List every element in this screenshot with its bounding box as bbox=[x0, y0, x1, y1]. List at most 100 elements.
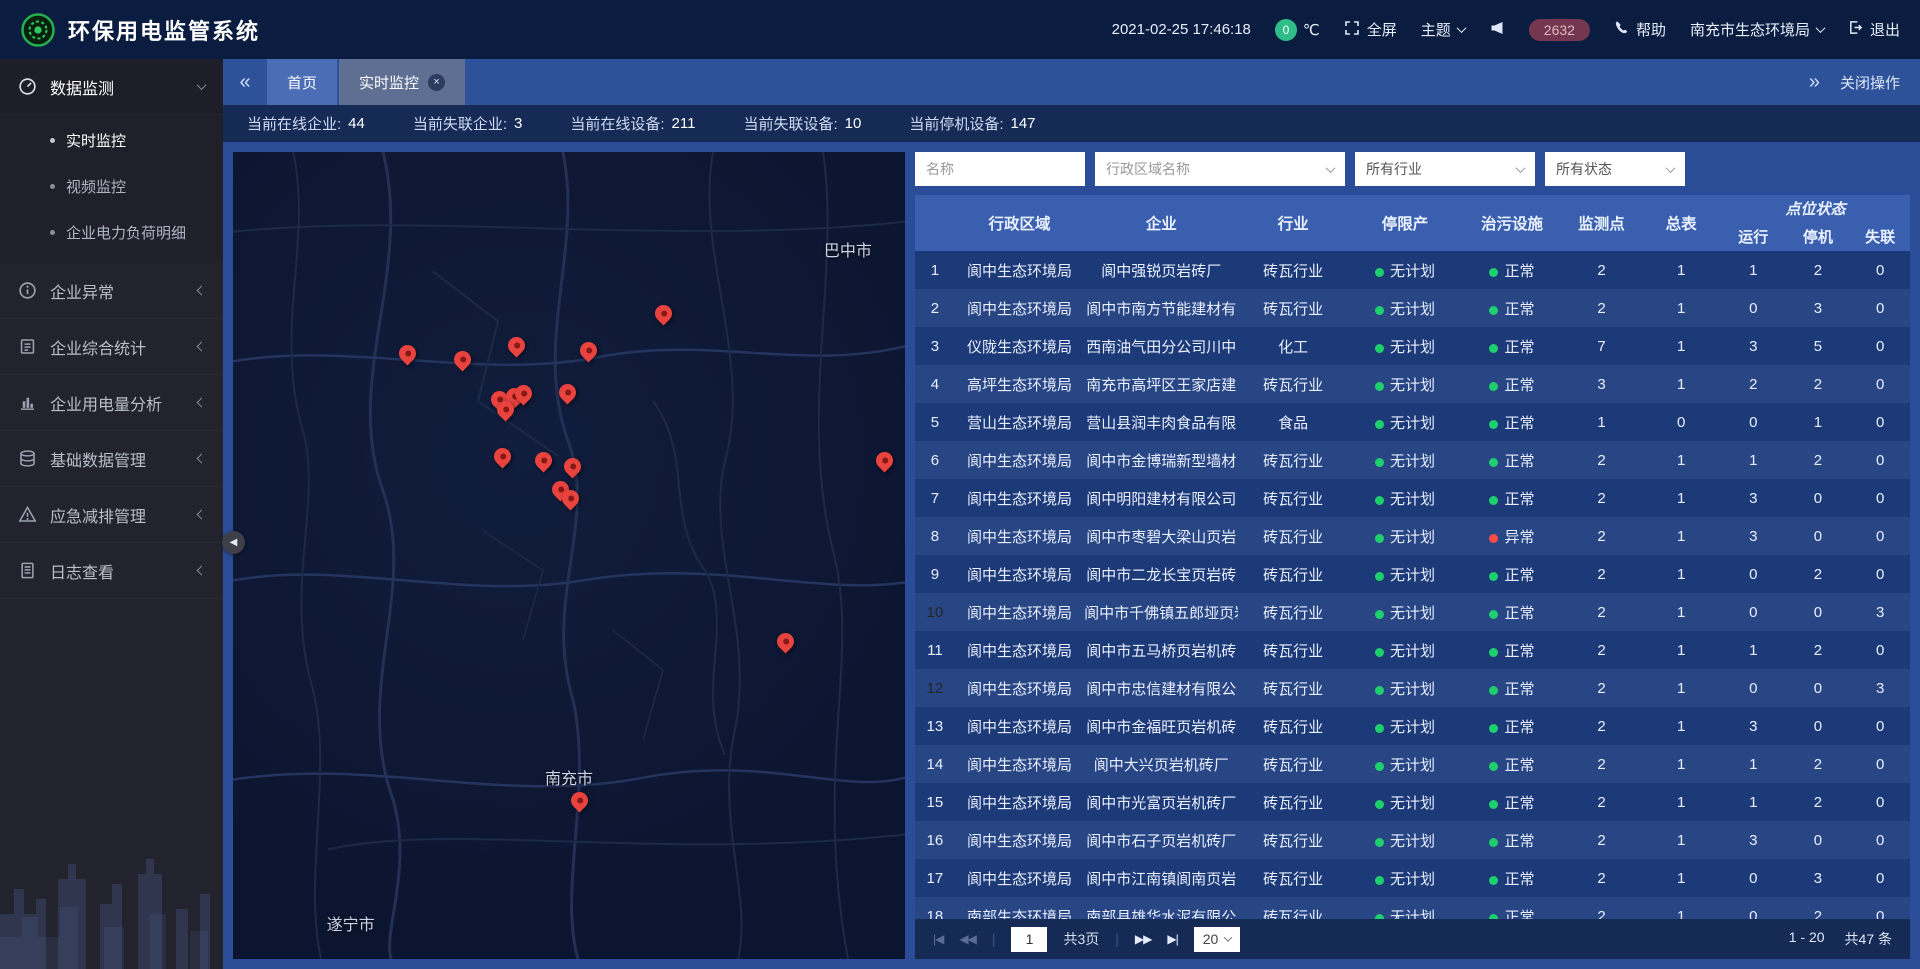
cell-pollution-facility: 异常 bbox=[1462, 517, 1562, 555]
tab-item[interactable]: 首页 bbox=[267, 59, 337, 105]
sidebar-section[interactable]: 应急减排管理 bbox=[0, 487, 223, 543]
sidebar-section[interactable]: 基础数据管理 bbox=[0, 431, 223, 487]
close-operations-button[interactable]: 关闭操作 bbox=[1840, 72, 1900, 93]
cell-company: 阆中强锐页岩砖厂 bbox=[1084, 251, 1238, 289]
header-region[interactable]: 行政区域 bbox=[955, 195, 1084, 251]
header-stopped[interactable]: 停机 bbox=[1786, 221, 1851, 251]
sidebar-subitem[interactable]: 实时监控 bbox=[0, 117, 223, 163]
table-row[interactable]: 14阆中生态环境局阆中大兴页岩机砖厂砖瓦行业无计划正常21120 bbox=[915, 745, 1910, 783]
table-row[interactable]: 3仪陇生态环境局西南油气田分公司川中化工无计划正常71350 bbox=[915, 327, 1910, 365]
table-row[interactable]: 10阆中生态环境局阆中市千佛镇五郎垭页岩砖瓦行业无计划正常21003 bbox=[915, 593, 1910, 631]
theme-label: 主题 bbox=[1421, 19, 1451, 40]
table-row[interactable]: 11阆中生态环境局阆中市五马桥页岩机砖砖瓦行业无计划正常21120 bbox=[915, 631, 1910, 669]
table-row[interactable]: 6阆中生态环境局阆中市金博瑞新型墙材砖瓦行业无计划正常21120 bbox=[915, 441, 1910, 479]
map-pin[interactable] bbox=[580, 339, 598, 363]
cell-industry: 砖瓦行业 bbox=[1238, 479, 1347, 517]
map-pin[interactable] bbox=[777, 630, 795, 654]
help-button[interactable]: 帮助 bbox=[1614, 19, 1666, 40]
map-pin[interactable] bbox=[559, 381, 577, 405]
header-company[interactable]: 企业 bbox=[1084, 195, 1238, 251]
table-row[interactable]: 8阆中生态环境局阆中市枣碧大梁山页岩砖瓦行业无计划异常21300 bbox=[915, 517, 1910, 555]
table-row[interactable]: 16阆中生态环境局阆中市石子页岩机砖厂砖瓦行业无计划正常21300 bbox=[915, 821, 1910, 859]
cell-industry: 砖瓦行业 bbox=[1238, 631, 1347, 669]
map-pin[interactable] bbox=[535, 449, 553, 473]
table-row[interactable]: 2阆中生态环境局阆中市南方节能建材有砖瓦行业无计划正常21030 bbox=[915, 289, 1910, 327]
header-points[interactable]: 监测点 bbox=[1562, 195, 1642, 251]
row-number: 7 bbox=[915, 479, 955, 517]
header-lost[interactable]: 失联 bbox=[1850, 221, 1910, 251]
map-pin[interactable] bbox=[564, 455, 582, 479]
header-facility[interactable]: 治污设施 bbox=[1462, 195, 1562, 251]
cell-industry: 砖瓦行业 bbox=[1238, 555, 1347, 593]
page-number-input[interactable] bbox=[1011, 927, 1047, 952]
tab-item[interactable]: 实时监控× bbox=[339, 59, 465, 105]
map-pin[interactable] bbox=[497, 398, 515, 422]
table-row[interactable]: 15阆中生态环境局阆中市光富页岩机砖厂砖瓦行业无计划正常21120 bbox=[915, 783, 1910, 821]
header-meters[interactable]: 总表 bbox=[1641, 195, 1721, 251]
sidebar-section[interactable]: 日志查看 bbox=[0, 543, 223, 599]
sidebar-section[interactable]: 企业异常 bbox=[0, 263, 223, 319]
map-pin[interactable] bbox=[494, 445, 512, 469]
table-row[interactable]: 5营山生态环境局营山县润丰肉食品有限食品无计划正常10010 bbox=[915, 403, 1910, 441]
table-row[interactable]: 17阆中生态环境局阆中市江南镇阆南页岩砖瓦行业无计划正常21030 bbox=[915, 859, 1910, 897]
map-pin[interactable] bbox=[508, 334, 526, 358]
next-page-button[interactable]: ▶▶ bbox=[1135, 932, 1151, 946]
logout-button[interactable]: 退出 bbox=[1848, 19, 1900, 40]
header-limit[interactable]: 停限产 bbox=[1348, 195, 1462, 251]
logout-label: 退出 bbox=[1870, 19, 1900, 40]
cell-points: 2 bbox=[1562, 555, 1642, 593]
fullscreen-button[interactable]: 全屏 bbox=[1344, 19, 1397, 40]
industry-filter-select[interactable]: 所有行业 bbox=[1355, 152, 1535, 186]
table-row[interactable]: 4高坪生态环境局南充市高坪区王家店建砖瓦行业无计划正常31220 bbox=[915, 365, 1910, 403]
map-pin[interactable] bbox=[562, 487, 580, 511]
tabs-scroll-left-button[interactable]: « bbox=[223, 59, 267, 105]
announcement-button[interactable] bbox=[1489, 20, 1505, 40]
row-number: 17 bbox=[915, 859, 955, 897]
theme-dropdown[interactable]: 主题 bbox=[1421, 19, 1465, 40]
map-panel[interactable]: 巴中市南充市遂宁市 bbox=[233, 152, 905, 959]
header-running[interactable]: 运行 bbox=[1721, 221, 1786, 251]
status-dot bbox=[1375, 724, 1384, 733]
prev-page-button[interactable]: ◀◀ bbox=[959, 932, 975, 946]
cell-running: 0 bbox=[1721, 289, 1786, 327]
name-filter-input[interactable] bbox=[915, 152, 1085, 186]
sidebar-subitem[interactable]: 企业电力负荷明细 bbox=[0, 209, 223, 255]
sidebar-subitem[interactable]: 视频监控 bbox=[0, 163, 223, 209]
tabs-scroll-right-button[interactable]: » bbox=[1809, 71, 1820, 94]
org-dropdown[interactable]: 南充市生态环境局 bbox=[1690, 19, 1824, 40]
cell-pollution-facility: 正常 bbox=[1462, 593, 1562, 631]
map-pin[interactable] bbox=[515, 382, 533, 406]
notification-badge[interactable]: 2632 bbox=[1529, 19, 1590, 41]
sidebar-section[interactable]: 企业综合统计 bbox=[0, 319, 223, 375]
table-row[interactable]: 13阆中生态环境局阆中市金福旺页岩机砖砖瓦行业无计划正常21300 bbox=[915, 707, 1910, 745]
sidebar-subitem-label: 企业电力负荷明细 bbox=[66, 222, 186, 243]
close-icon[interactable]: × bbox=[428, 74, 445, 91]
table-row[interactable]: 12阆中生态环境局阆中市忠信建材有限公砖瓦行业无计划正常21003 bbox=[915, 669, 1910, 707]
table-row[interactable]: 7阆中生态环境局阆中明阳建材有限公司砖瓦行业无计划正常21300 bbox=[915, 479, 1910, 517]
region-filter-select[interactable]: 行政区域名称 bbox=[1095, 152, 1345, 186]
last-page-button[interactable]: ▶| bbox=[1167, 932, 1177, 946]
bullet-icon bbox=[50, 230, 55, 235]
separator: | bbox=[992, 931, 996, 947]
cell-region: 南部生态环境局 bbox=[955, 897, 1084, 919]
map-pin[interactable] bbox=[655, 302, 673, 326]
sidebar-section[interactable]: 数据监测 bbox=[0, 59, 223, 115]
table-row[interactable]: 9阆中生态环境局阆中市二龙长宝页岩砖砖瓦行业无计划正常21020 bbox=[915, 555, 1910, 593]
pin-shape bbox=[395, 341, 419, 365]
map-pin[interactable] bbox=[399, 342, 417, 366]
map-pin[interactable] bbox=[454, 348, 472, 372]
table-row[interactable]: 1阆中生态环境局阆中强锐页岩砖厂砖瓦行业无计划正常21120 bbox=[915, 251, 1910, 289]
sidebar-section-label: 应急减排管理 bbox=[50, 503, 146, 527]
map-pin[interactable] bbox=[876, 449, 894, 473]
sidebar-section[interactable]: 企业用电量分析 bbox=[0, 375, 223, 431]
page-size-select[interactable]: 20 bbox=[1194, 927, 1241, 952]
first-page-button[interactable]: |◀ bbox=[933, 932, 943, 946]
cell-company: 阆中大兴页岩机砖厂 bbox=[1084, 745, 1238, 783]
header-industry[interactable]: 行业 bbox=[1238, 195, 1347, 251]
table-row[interactable]: 18南部生态环境局南部县雄华水泥有限公砖瓦行业无计划正常21020 bbox=[915, 897, 1910, 919]
status-filter-select[interactable]: 所有状态 bbox=[1545, 152, 1685, 186]
map-pin[interactable] bbox=[571, 789, 589, 813]
info-circle-icon bbox=[18, 281, 37, 300]
cell-stopped: 2 bbox=[1786, 365, 1851, 403]
bullet-icon bbox=[50, 138, 55, 143]
